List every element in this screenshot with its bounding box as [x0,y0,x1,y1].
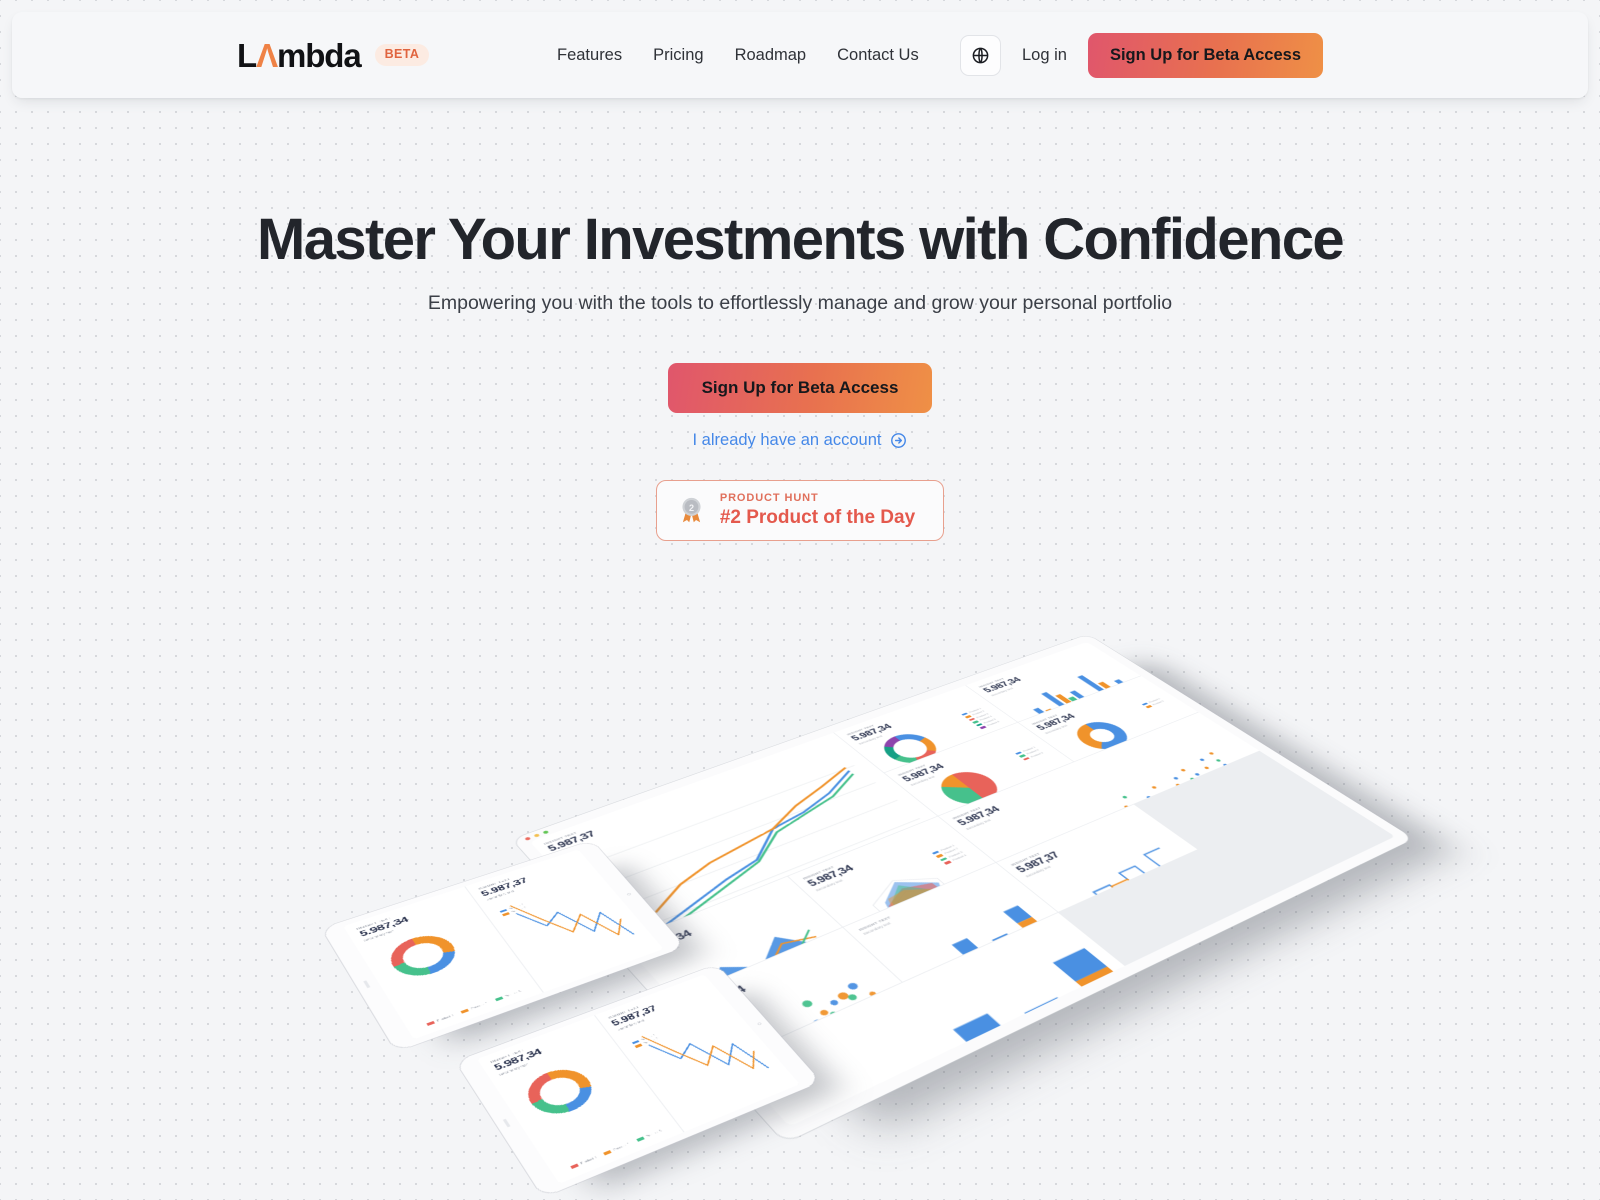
chart-area: Product 1 Product 2 Product 3 [755,931,1124,1127]
stacked-bar-chart-svg [860,948,1122,1127]
arrow-right-circle-icon [891,432,907,448]
globe-icon [972,47,989,63]
card-kicker: INSIGHT TEXT [745,922,1059,1065]
maximize-icon [542,830,550,835]
legend-label: Product 1 [436,1014,455,1023]
page-title: Master Your Investments with Confidence [256,207,1345,272]
window-controls [524,830,550,841]
speaker-grill-icon [502,1118,511,1128]
svg-text:2: 2 [689,503,694,513]
donut-chart [517,1061,602,1122]
product-hunt-badge[interactable]: 2 PRODUCT HUNT #2 Product of the Day [655,479,945,542]
minimize-icon [533,833,541,838]
legend-label: Product 3 [862,1050,880,1059]
beta-badge: BETA [374,44,430,66]
card-subtext: Secondary text [861,921,892,936]
legend-label: Product 3 [733,922,750,930]
legend-label: Product 2 [943,847,960,855]
chart-legend: Product 1 Product 2 Product 3 [1014,746,1044,761]
legend-label: Product 4 [951,853,968,862]
product-hunt-text: PRODUCT HUNT #2 Product of the Day [720,492,915,529]
legend-label: Product 2 [988,978,1005,982]
logo-letter-l: L [237,36,257,74]
legend-label: Product 1 [580,1155,598,1165]
card-subtext: Secondary text [814,878,844,892]
nav-item-roadmap[interactable]: Roadmap [735,46,807,65]
product-hunt-title: #2 Product of the Day [719,507,916,529]
card-subtext: Secondary text [749,926,1064,1070]
chart-legend: Product 1 Product 2 Product 3 [426,989,522,1026]
hero-section: Master Your Investments with Confidence … [0,207,1600,542]
site-header: L Λmbda BETA Features Pricing Roadmap Con… [12,12,1588,98]
chart-card-stacked-bars-small[interactable]: INSIGHT TEXT Secondary text Product 1 Pr… [843,863,1058,982]
logo-wordmark: L Λmbda [237,36,362,74]
chart-legend: Product 1 Product 2 Product 3 Product 4 [931,844,968,865]
legend-label: Product 2 [470,1001,489,1010]
legend-label: Product 3 [932,1120,952,1127]
legend-label: Product 3 [801,990,819,999]
legend-label: Product 1 [939,844,956,852]
nav-item-pricing[interactable]: Pricing [653,46,703,65]
header-actions: Log in Sign Up for Beta Access [960,32,1323,78]
header-signup-button[interactable]: Sign Up for Beta Access [1087,32,1323,78]
language-switcher-button[interactable] [960,34,1001,76]
radar-chart-svg [820,839,995,927]
chart-area: Product 1 Product 2 Product 3 Product 4 [820,839,995,927]
legend-label: Product 3 [947,850,964,859]
camera-icon [626,892,632,896]
hero-signup-button[interactable]: Sign Up for Beta Access [667,362,933,413]
hero-cta-group: Sign Up for Beta Access I already have a… [0,362,1600,542]
nav-item-contact-us[interactable]: Contact Us [837,46,919,65]
legend-label: Product 3 [645,1129,663,1139]
product-mockup: INSIGHT TEXT 5.987,37 Secondary text [0,540,1600,1200]
existing-account-link[interactable]: I already have an account [693,431,908,450]
stacked-bar-chart-svg [934,905,1051,982]
hero-subtitle: Empowering you with the tools to effortl… [427,291,1173,314]
nav-item-features[interactable]: Features [557,46,622,65]
chart-legend: Product 1 Product 2 Product 3 [854,1120,952,1127]
main-nav: Features Pricing Roadmap Contact Us [557,46,919,65]
legend-label: Product 2 [701,935,718,942]
close-icon [524,836,532,841]
tablet-dashboard: INSIGHT TEXT 5.987,34 Secondary text Pro… [477,974,800,1184]
legend-label: Product 3 [1176,904,1193,913]
speaker-grill-icon [363,980,371,988]
camera-icon [756,1021,762,1026]
logo-letters-mbda: mbda [276,36,362,74]
product-hunt-kicker: PRODUCT HUNT [719,491,819,504]
existing-account-label: I already have an account [692,430,882,449]
chart-legend: Product 1 Product 2 [949,978,1005,982]
brand-logo[interactable]: L Λmbda BETA [237,36,430,74]
legend-label: Product 3 [504,989,522,998]
legend-label: Product 2 [612,1142,631,1152]
donut-chart [381,928,465,983]
chart-legend: Product 1 Product 2 Product 3 Product 4 … [961,707,1000,730]
silver-medal-icon: 2 [682,497,701,523]
logo-lambda-glyph: Λ [256,36,278,74]
chart-legend: Product 1 Product 2 Product 3 [570,1129,662,1169]
chart-area: Product 1 Product 2 [868,880,1057,982]
chart-legend: Product 1 Product 2 Product 3 [1115,904,1193,913]
login-link[interactable]: Log in [1022,46,1067,65]
chart-legend: Product 1 Product 2 [1141,698,1165,709]
card-kicker: INSIGHT TEXT [857,915,892,932]
